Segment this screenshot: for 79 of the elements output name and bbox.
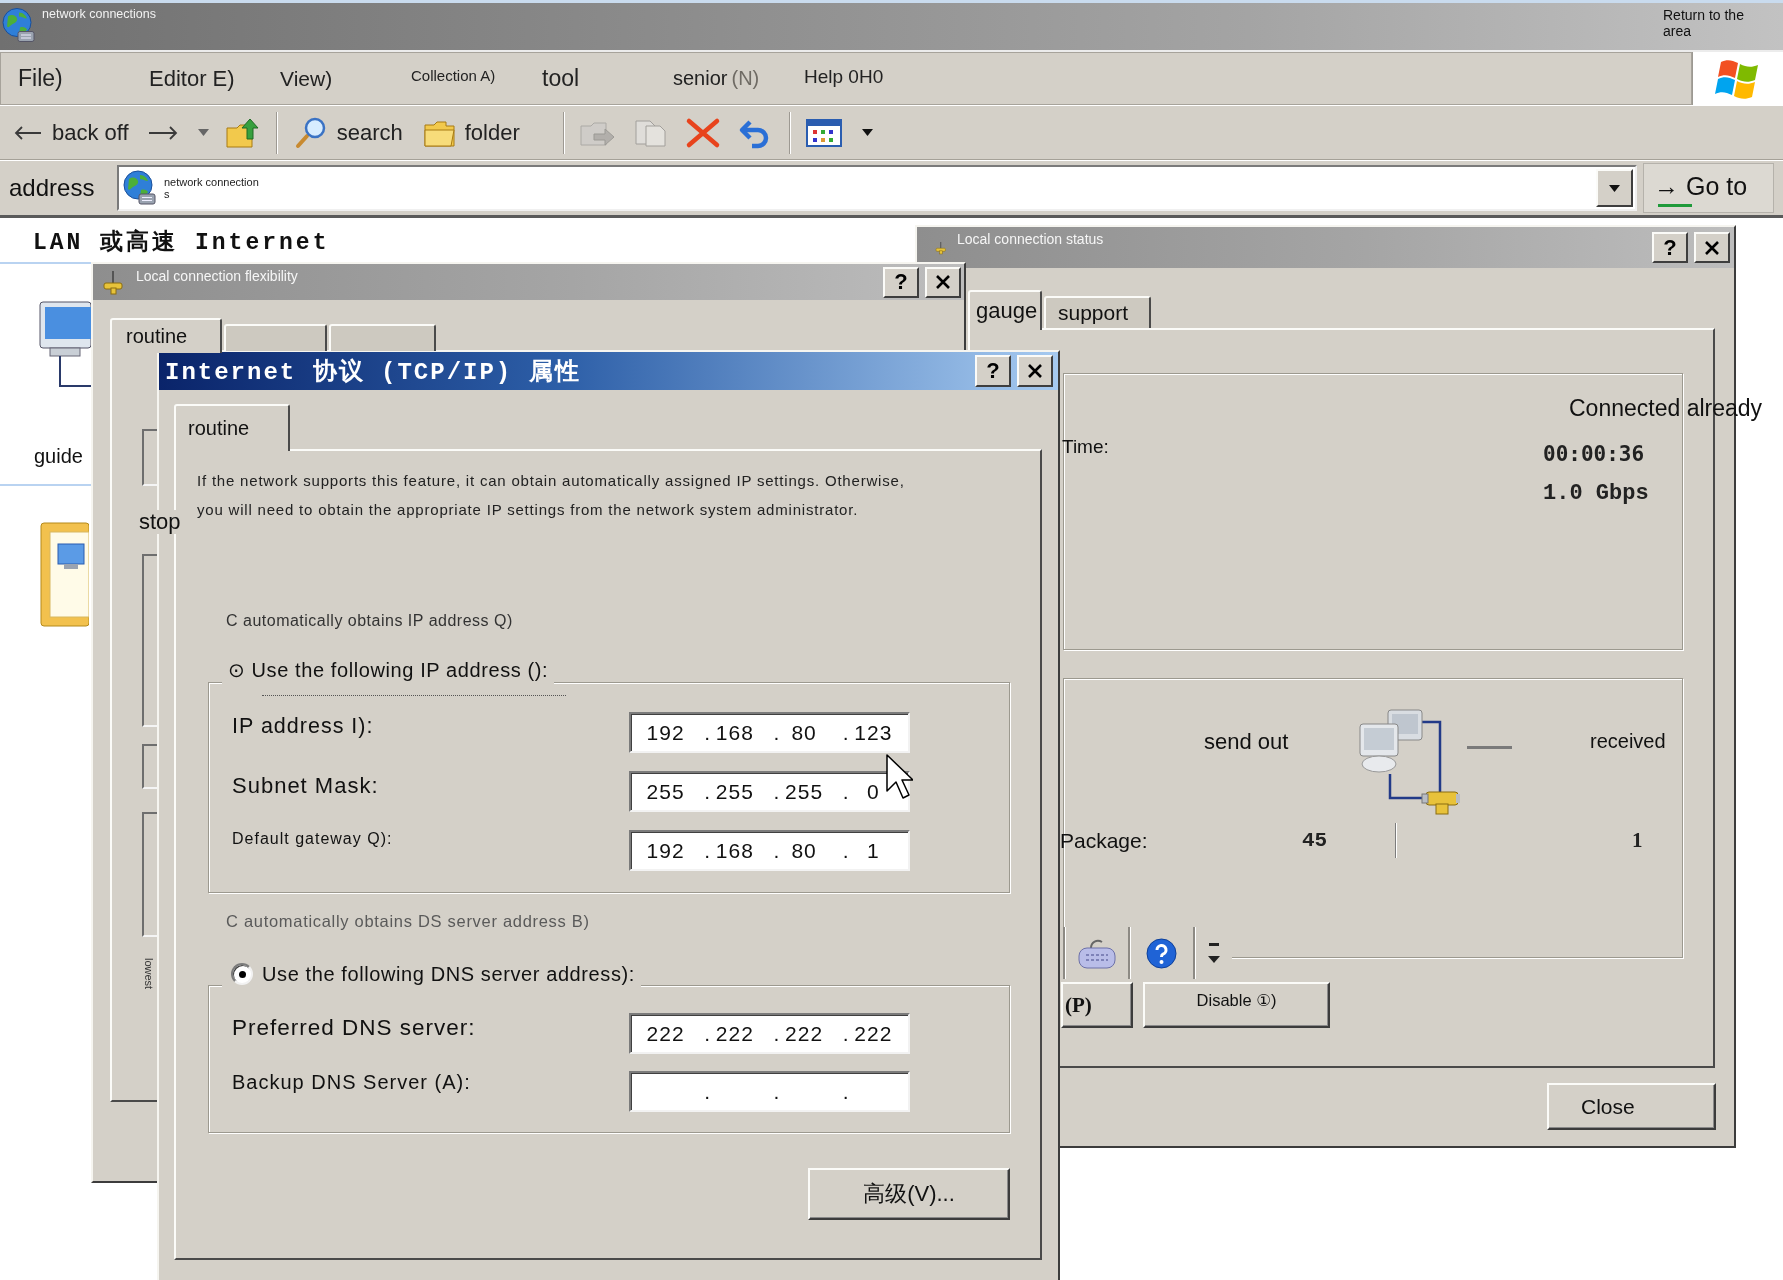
window-title: network connections bbox=[42, 7, 156, 21]
radio-label[interactable]: ⊙ Use the following IP address (): bbox=[228, 658, 549, 682]
menu-item[interactable]: Editor E) bbox=[144, 63, 240, 94]
activity-line bbox=[1467, 746, 1512, 749]
tab[interactable]: routine bbox=[110, 318, 222, 353]
item-label[interactable]: guide bbox=[34, 445, 83, 468]
packets-received-value: 1 bbox=[1632, 828, 1643, 853]
folder-icon bbox=[423, 118, 455, 147]
caret-icon bbox=[1609, 184, 1620, 192]
sent-label: send out bbox=[1204, 729, 1290, 754]
time-label: Time: bbox=[1062, 435, 1110, 459]
dialog-title: Local connection status bbox=[957, 231, 1104, 247]
speed-value: 1.0 Gbps bbox=[1543, 481, 1649, 507]
close-icon bbox=[1027, 363, 1043, 379]
packets-sent-value: 45 bbox=[1302, 829, 1329, 852]
field-label: Subnet Mask: bbox=[232, 772, 380, 799]
duration-value: 00:00:36 bbox=[1543, 441, 1645, 467]
dropdown-button[interactable] bbox=[1596, 169, 1633, 207]
folders-button[interactable]: folder bbox=[421, 118, 522, 147]
radio-label[interactable]: Use the following DNS server address): bbox=[262, 962, 635, 986]
close-icon bbox=[1704, 239, 1720, 256]
disable-button[interactable]: Disable ①) bbox=[1143, 982, 1330, 1028]
radio-label[interactable]: C automatically obtains DS server address B) bbox=[226, 912, 590, 931]
help-button[interactable]: ? bbox=[975, 355, 1011, 387]
close-button[interactable] bbox=[925, 266, 961, 298]
views-icon[interactable] bbox=[805, 118, 842, 147]
globe-icon bbox=[2, 7, 36, 44]
ip-address-field[interactable]: 192 . 168 . 80 . 1 bbox=[629, 830, 910, 871]
corner-text: Return to the area bbox=[1662, 6, 1745, 39]
properties-button[interactable]: (P) bbox=[1061, 982, 1133, 1028]
address-field[interactable]: network connections bbox=[117, 165, 1637, 211]
back-arrow-icon bbox=[14, 125, 42, 140]
menu-item[interactable]: File) bbox=[13, 63, 68, 94]
close-button[interactable] bbox=[1694, 232, 1730, 263]
address-label: address bbox=[8, 174, 96, 202]
mouse-pointer-icon bbox=[886, 754, 913, 802]
description-text: If the network supports this feature, it can obtain automatically assigned IP settings. Otherwise, you will need to obtain the appropriate IP settings from the network system administrator. bbox=[197, 471, 906, 520]
computer-icon[interactable] bbox=[38, 298, 91, 390]
ip-address-field[interactable]: . . . bbox=[629, 1071, 910, 1112]
field-label: Preferred DNS server: bbox=[232, 1014, 477, 1041]
delete-icon[interactable] bbox=[684, 116, 721, 149]
forward-arrow-icon[interactable] bbox=[147, 125, 178, 140]
menu-item[interactable]: tool bbox=[537, 63, 585, 94]
menu-item[interactable]: Help 0H0 bbox=[799, 64, 889, 90]
search-button[interactable]: search bbox=[292, 116, 405, 149]
menu-item[interactable]: Collection A) bbox=[406, 65, 501, 86]
ip-address-field[interactable]: 192 . 168 . 80 . 123 bbox=[629, 712, 910, 753]
field-label: Default gateway Q): bbox=[232, 830, 394, 849]
advanced-button[interactable]: 高级(V)... bbox=[808, 1168, 1010, 1220]
packets-label: Package: bbox=[1060, 828, 1149, 853]
field-label: Backup DNS Server (A): bbox=[232, 1071, 472, 1094]
vertical-label: lowest bbox=[143, 958, 155, 990]
back-button[interactable]: back off bbox=[12, 119, 131, 146]
received-label: received bbox=[1590, 730, 1666, 753]
go-button[interactable]: → Go to bbox=[1643, 163, 1774, 213]
folder-icon[interactable] bbox=[40, 522, 89, 627]
menu-item[interactable]: senior (N) bbox=[668, 65, 765, 92]
tab[interactable]: routine bbox=[174, 404, 290, 451]
search-icon bbox=[294, 116, 327, 149]
folder-up-icon[interactable] bbox=[225, 117, 261, 148]
radio-button[interactable] bbox=[231, 963, 253, 985]
help-icon[interactable] bbox=[1146, 937, 1177, 969]
caret-icon[interactable] bbox=[861, 129, 873, 136]
tab[interactable]: support bbox=[1044, 296, 1151, 328]
ip-address-field[interactable]: 255 . 255 . 255 . 0 bbox=[629, 771, 910, 812]
close-icon bbox=[935, 274, 951, 290]
close-button[interactable] bbox=[1017, 355, 1053, 387]
globe-icon bbox=[123, 170, 157, 206]
ip-address-field[interactable]: 222 . 222 . 222 . 222 bbox=[629, 1013, 910, 1054]
dialog-title: Local connection flexibility bbox=[136, 268, 298, 284]
side-label: stop bbox=[137, 510, 183, 534]
tab[interactable]: gauge bbox=[968, 290, 1042, 330]
radio-label[interactable]: C automatically obtains IP address Q) bbox=[226, 611, 513, 630]
field-label: IP address I): bbox=[232, 713, 375, 739]
menu-item[interactable]: View) bbox=[275, 64, 338, 93]
help-button[interactable]: ? bbox=[1652, 232, 1688, 263]
close-dialog-button[interactable]: Close bbox=[1547, 1083, 1716, 1130]
dialog-title: Internet 协议 (TCP/IP) 属性 bbox=[165, 357, 581, 387]
help-button[interactable]: ? bbox=[883, 266, 919, 298]
